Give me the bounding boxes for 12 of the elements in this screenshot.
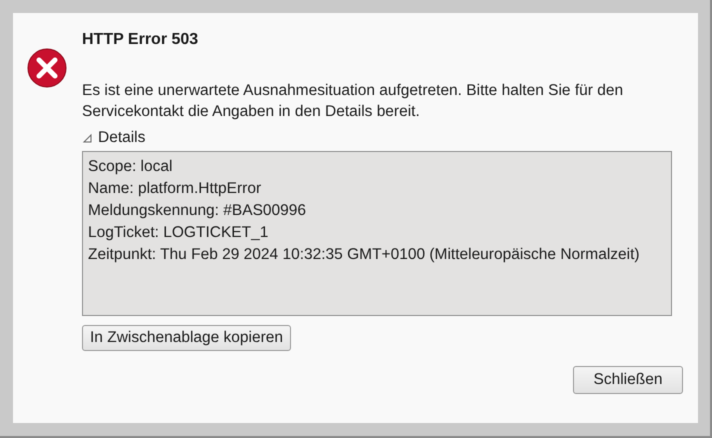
error-message: Es ist eine unerwartete Ausnahmesituation aufgetreten. Bitte halten Sie für den Servicekontakt die Angaben in den Details bereit.	[82, 81, 624, 122]
detail-line: Scope: local	[88, 157, 174, 177]
detail-line: Zeitpunkt: Thu Feb 29 2024 10:32:35 GMT+0100 (Mitteleuropäische Normalzeit)	[88, 245, 641, 265]
detail-line: Meldungskennung: #BAS00996	[88, 201, 308, 221]
dialog-title: HTTP Error 503	[82, 31, 200, 50]
detail-line: LogTicket: LOGTICKET_1	[88, 223, 270, 243]
error-icon	[27, 48, 67, 88]
copy-button[interactable]: In Zwischenablage kopieren	[82, 325, 292, 351]
close-button[interactable]: Schließen	[573, 366, 683, 394]
expand-triangle-icon[interactable]	[82, 133, 92, 143]
detail-line: Name: platform.HttpError	[88, 179, 262, 199]
details-toggle[interactable]: Details	[98, 129, 146, 147]
